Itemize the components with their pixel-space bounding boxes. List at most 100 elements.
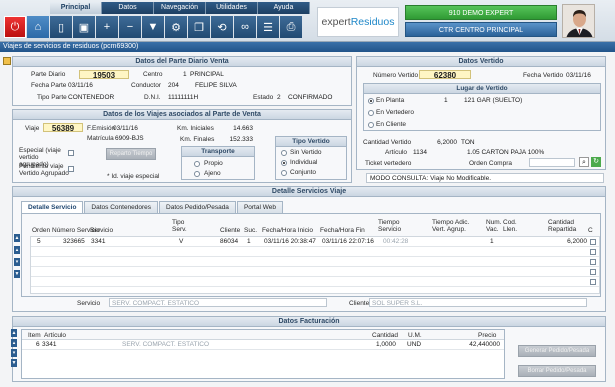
modo-consulta-status: MODO CONSULTA: Viaje No Modificable. bbox=[366, 173, 604, 183]
en-planta-radio[interactable] bbox=[368, 98, 374, 104]
refresh-icon[interactable]: ↻ bbox=[591, 157, 601, 167]
cell-cantidad: 1,0000 bbox=[376, 341, 396, 348]
parte-diario-label: Parte Diario bbox=[31, 71, 66, 78]
col-orden: Orden bbox=[32, 227, 51, 234]
filter-icon[interactable]: ▼ bbox=[142, 16, 164, 38]
center-selector[interactable]: CTR CENTRO PRINCIPAL bbox=[405, 22, 557, 37]
especial-checkbox[interactable] bbox=[68, 150, 74, 156]
transporte-group: Transporte Propio Ajeno bbox=[181, 146, 255, 180]
col-cliente: Cliente bbox=[220, 227, 241, 234]
tab-detalle-servicio[interactable]: Detalle Servicio bbox=[21, 201, 84, 213]
menu-datos[interactable]: Datos bbox=[102, 2, 154, 14]
add-icon[interactable]: + bbox=[96, 16, 118, 38]
col-tiempo-servicio: Tiempo Servicio bbox=[378, 219, 402, 233]
km-iniciales-label: Km. Iniciales bbox=[177, 125, 214, 132]
transporte-ajeno-label: Ajeno bbox=[204, 170, 221, 177]
print-icon[interactable]: ⎙ bbox=[280, 16, 302, 38]
up-arrow-icon[interactable]: ▴ bbox=[14, 246, 20, 254]
cell-servicio: 3341 bbox=[91, 238, 106, 245]
individual-radio[interactable] bbox=[281, 160, 287, 166]
down-arrow-icon[interactable]: ▾ bbox=[11, 349, 17, 357]
borrar-pedido-button[interactable]: Borrar Pedido/Pesada bbox=[518, 365, 596, 377]
cliente-field[interactable]: SOL SUPER S.L. bbox=[369, 298, 587, 307]
viaje-field[interactable]: 56389 bbox=[43, 123, 83, 132]
col-item: Item bbox=[28, 332, 41, 339]
up-arrow-icon[interactable]: ▴ bbox=[11, 339, 17, 347]
numero-vertido-field[interactable]: 62380 bbox=[419, 70, 471, 79]
conductor-code: 204 bbox=[168, 82, 179, 89]
menu-navegacion[interactable]: Navegación bbox=[154, 2, 206, 14]
first-row-arrow-icon[interactable]: ▲ bbox=[11, 329, 17, 337]
dni-value: 11111111H bbox=[168, 94, 199, 101]
sync-icon[interactable]: ⟲ bbox=[211, 16, 233, 38]
conjunto-radio[interactable] bbox=[281, 170, 287, 176]
menu-bar: Principal Datos Navegación Utilidades Ay… bbox=[50, 2, 310, 14]
col-num-vac: Num. Vac. bbox=[486, 219, 502, 233]
transporte-ajeno-radio[interactable] bbox=[194, 171, 200, 177]
transporte-propio-radio[interactable] bbox=[194, 161, 200, 167]
menu-ayuda[interactable]: Ayuda bbox=[258, 2, 310, 14]
id-viaje-especial-label: * Id. viaje especial bbox=[107, 173, 160, 180]
table-row-empty bbox=[31, 247, 599, 257]
en-vertedero-radio[interactable] bbox=[368, 110, 374, 116]
vertido-title: Datos Vertido bbox=[357, 57, 605, 67]
tab-portal-web[interactable]: Portal Web bbox=[236, 201, 283, 213]
company-selector[interactable]: 910 DEMO EXPERT bbox=[405, 5, 557, 20]
tipo-vertido-title: Tipo Vertido bbox=[276, 137, 346, 147]
cantidad-vertido-value: 6,2000 bbox=[437, 139, 457, 146]
first-row-arrow-icon[interactable]: ▲ bbox=[14, 234, 20, 242]
row-checkbox[interactable] bbox=[590, 259, 596, 265]
en-cliente-radio[interactable] bbox=[368, 122, 374, 128]
table-row[interactable]: 5 323665 3341 V 86034 1 03/11/16 20:38:4… bbox=[31, 237, 599, 247]
avatar[interactable] bbox=[562, 4, 595, 38]
col-cod-llen: Cod. Llen. bbox=[503, 219, 518, 233]
en-planta-label: En Planta bbox=[376, 97, 405, 104]
col-servicio: Servicio bbox=[90, 227, 114, 234]
km-finales-value: 152.333 bbox=[229, 136, 254, 143]
new-document-icon[interactable]: ▯ bbox=[50, 16, 72, 38]
last-row-arrow-icon[interactable]: ▼ bbox=[11, 359, 17, 367]
row-checkbox[interactable] bbox=[590, 249, 596, 255]
servicio-field[interactable]: SERV. COMPACT. ESTATICO bbox=[109, 298, 327, 307]
binoculars-icon[interactable]: ∞ bbox=[234, 16, 256, 38]
pendiente-checkbox[interactable] bbox=[68, 166, 74, 172]
cell-tiempo: 00:42:28 bbox=[383, 238, 409, 245]
menu-utilidades[interactable]: Utilidades bbox=[206, 2, 258, 14]
parte-diario-field[interactable]: 19503 bbox=[79, 70, 129, 79]
row-checkbox[interactable] bbox=[590, 239, 596, 245]
settings-icon[interactable]: ⚙ bbox=[165, 16, 187, 38]
menu-principal[interactable]: Principal bbox=[50, 2, 102, 14]
row-checkbox[interactable] bbox=[590, 269, 596, 275]
tipo-vertido-group: Tipo Vertido Sin Vertido Individual Conj… bbox=[275, 136, 347, 180]
estado-code: 2 bbox=[277, 94, 281, 101]
folder-icon[interactable] bbox=[3, 57, 11, 65]
cell-vac: 1 bbox=[490, 238, 494, 245]
col-suc: Suc. bbox=[244, 227, 258, 234]
reparto-tiempo-button[interactable]: Reparto Tiempo bbox=[106, 148, 156, 160]
tab-datos-contenedores[interactable]: Datos Contenedores bbox=[84, 201, 159, 213]
search-icon[interactable]: ⌕ bbox=[579, 157, 589, 167]
down-arrow-icon[interactable]: ▾ bbox=[14, 258, 20, 266]
fecha-vertido-value: 03/11/16 bbox=[566, 72, 591, 79]
transporte-title: Transporte bbox=[182, 147, 254, 157]
sin-vertido-radio[interactable] bbox=[281, 150, 287, 156]
list-icon[interactable]: ☰ bbox=[257, 16, 279, 38]
servicio-label: Servicio bbox=[77, 300, 101, 307]
home-icon[interactable]: ⌂ bbox=[27, 16, 49, 38]
save-icon[interactable]: ▣ bbox=[73, 16, 95, 38]
cell-cliente: 86034 bbox=[220, 238, 239, 245]
servicios-panel: Detalle Servicios Viaje Detalle Servicio… bbox=[12, 186, 606, 312]
f-emision-value: 03/11/16 bbox=[113, 125, 138, 132]
col-tipo-serv: Tipo Serv. bbox=[172, 219, 187, 233]
cell-articulo: 3341 bbox=[42, 341, 57, 348]
remove-icon[interactable]: − bbox=[119, 16, 141, 38]
brand-logo: expert Residuos bbox=[317, 7, 399, 37]
table-row[interactable]: 6 3341 SERV. COMPACT. ESTATICO 1,0000 UN… bbox=[22, 340, 504, 350]
orden-compra-field[interactable] bbox=[529, 158, 575, 167]
last-row-arrow-icon[interactable]: ▼ bbox=[14, 270, 20, 278]
power-icon[interactable]: ⏻ bbox=[4, 16, 26, 38]
generar-pedido-button[interactable]: Generar Pedido/Pesada bbox=[518, 345, 596, 357]
row-checkbox[interactable] bbox=[590, 279, 596, 285]
tab-datos-pedido[interactable]: Datos Pedido/Pesada bbox=[159, 201, 236, 213]
copy-icon[interactable]: ❐ bbox=[188, 16, 210, 38]
